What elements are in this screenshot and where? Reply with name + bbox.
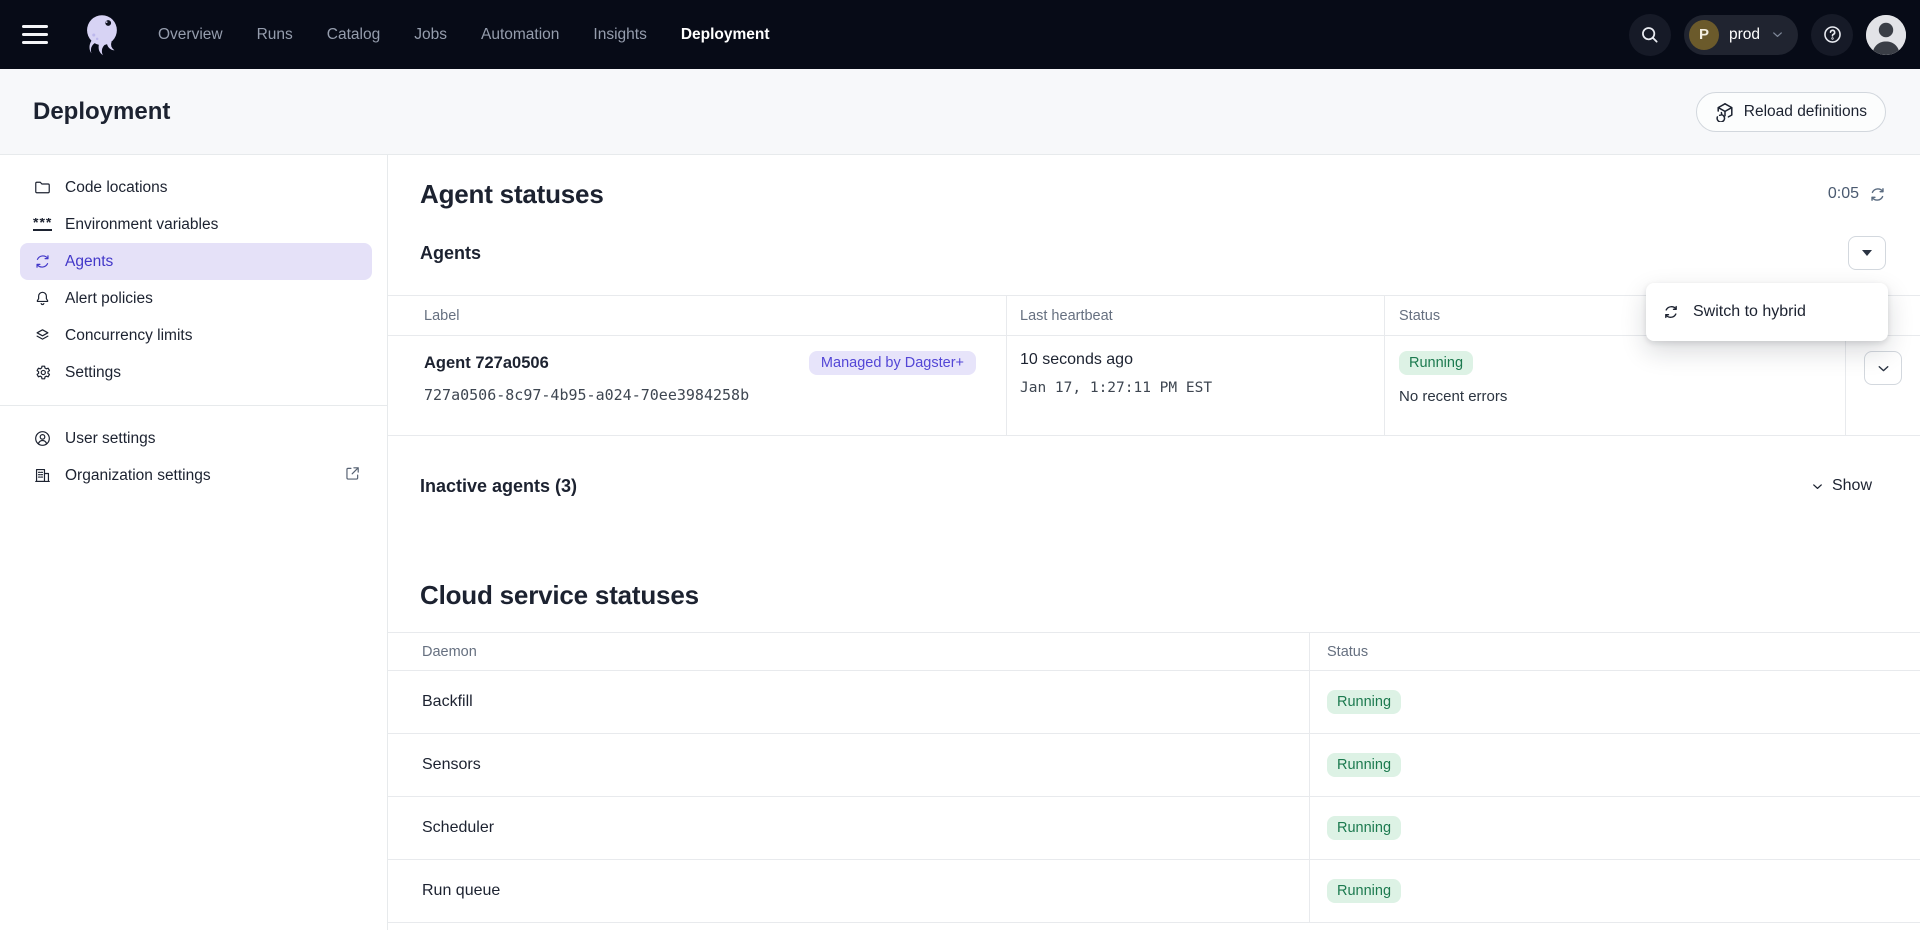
caret-down-icon (1862, 250, 1872, 256)
dagster-logo[interactable] (76, 10, 126, 60)
nav-link-deployment[interactable]: Deployment (681, 26, 770, 44)
sidebar-item-label: Organization settings (65, 467, 211, 485)
cloud-service-statuses-title: Cloud service statuses (420, 580, 699, 611)
show-inactive-toggle[interactable]: Show (1810, 477, 1872, 495)
daemon-row-sensors: Sensors Running (388, 734, 1920, 797)
sidebar-item-concurrency-limits[interactable]: Concurrency limits (20, 317, 372, 354)
page-header: Deployment Reload definitions (0, 69, 1920, 155)
sidebar-item-label: User settings (65, 430, 155, 448)
cloud-table-header: Daemon Status (388, 633, 1920, 671)
deployment-switcher[interactable]: P prod (1684, 15, 1798, 55)
cloud-services-table: Daemon Status Backfill Running Sensors R… (388, 632, 1920, 923)
chevron-down-icon (1810, 479, 1825, 494)
show-label: Show (1832, 477, 1872, 495)
sidebar-divider (0, 405, 387, 406)
sidebar-item-label: Agents (65, 253, 113, 271)
user-avatar[interactable] (1866, 15, 1906, 55)
primary-nav: Overview Runs Catalog Jobs Automation In… (158, 26, 770, 44)
agent-status-note: No recent errors (1399, 388, 1845, 405)
nav-link-overview[interactable]: Overview (158, 26, 223, 44)
sidebar-item-settings[interactable]: Settings (20, 354, 372, 391)
managed-by-badge: Managed by Dagster+ (809, 351, 976, 375)
inactive-agents-heading: Inactive agents (3) (420, 476, 577, 497)
daemon-name: Backfill (388, 671, 1309, 733)
sidebar-item-organization-settings[interactable]: Organization settings (20, 457, 372, 494)
daemon-status-badge: Running (1327, 753, 1401, 777)
menu-item-switch-to-hybrid[interactable]: Switch to hybrid (1646, 290, 1888, 334)
daemon-status-badge: Running (1327, 690, 1401, 714)
column-header-status: Status (1309, 633, 1920, 670)
heartbeat-relative: 10 seconds ago (1020, 351, 1384, 369)
heartbeat-timestamp: Jan 17, 1:27:11 PM EST (1020, 380, 1384, 396)
deployment-name: prod (1729, 26, 1760, 44)
nav-link-jobs[interactable]: Jobs (414, 26, 447, 44)
daemon-name: Scheduler (388, 797, 1309, 859)
cycle-icon (33, 252, 52, 271)
sidebar-item-label: Alert policies (65, 290, 153, 308)
daemon-row-backfill: Backfill Running (388, 671, 1920, 734)
search-button[interactable] (1629, 14, 1671, 56)
folder-icon (33, 178, 52, 197)
cycle-icon (1662, 303, 1680, 321)
nav-link-catalog[interactable]: Catalog (327, 26, 380, 44)
sidebar-item-label: Code locations (65, 179, 168, 197)
deployment-sidebar: Code locations *** Environment variables… (0, 155, 388, 930)
menu-item-label: Switch to hybrid (1693, 303, 1806, 321)
bell-icon (33, 289, 52, 308)
help-icon (1822, 24, 1843, 45)
refresh-countdown: 0:05 (1828, 185, 1859, 203)
sidebar-item-alert-policies[interactable]: Alert policies (20, 280, 372, 317)
menu-icon[interactable] (22, 15, 62, 55)
agents-actions-dropdown-button[interactable] (1848, 236, 1886, 270)
agent-status-badge: Running (1399, 351, 1473, 375)
nav-link-insights[interactable]: Insights (593, 26, 646, 44)
nav-link-automation[interactable]: Automation (481, 26, 559, 44)
layers-icon (33, 326, 52, 345)
sidebar-item-user-settings[interactable]: User settings (20, 420, 372, 457)
nav-right-controls: P prod (1629, 14, 1906, 56)
user-circle-icon (33, 429, 52, 448)
page-title: Deployment (33, 98, 170, 126)
agent-name: Agent 727a0506 (424, 354, 549, 373)
daemon-status-badge: Running (1327, 816, 1401, 840)
agent-row: Agent 727a0506 Managed by Dagster+ 727a0… (388, 336, 1920, 436)
column-header-label: Label (388, 296, 1006, 335)
external-link-icon (343, 464, 362, 488)
daemon-row-run-queue: Run queue Running (388, 860, 1920, 923)
building-icon (33, 466, 52, 485)
reload-definitions-button[interactable]: Reload definitions (1696, 92, 1886, 132)
gear-icon (33, 363, 52, 382)
daemon-name: Run queue (388, 860, 1309, 922)
chevron-down-icon (1770, 27, 1785, 42)
agent-row-menu-button[interactable] (1864, 351, 1902, 385)
agent-statuses-title: Agent statuses (420, 179, 604, 210)
sidebar-item-label: Settings (65, 364, 121, 382)
daemon-row-scheduler: Scheduler Running (388, 797, 1920, 860)
sidebar-item-code-locations[interactable]: Code locations (20, 169, 372, 206)
reload-definitions-label: Reload definitions (1744, 103, 1867, 121)
help-button[interactable] (1811, 14, 1853, 56)
refresh-icon[interactable] (1868, 185, 1887, 204)
search-icon (1639, 24, 1660, 45)
chevron-down-icon (1875, 360, 1892, 377)
column-header-daemon: Daemon (388, 633, 1309, 670)
reload-cube-icon (1715, 102, 1735, 122)
sidebar-item-agents[interactable]: Agents (20, 243, 372, 280)
sidebar-item-label: Environment variables (65, 216, 218, 234)
agent-id: 727a0506-8c97-4b95-a024-70ee3984258b (424, 386, 976, 404)
deployment-avatar: P (1689, 20, 1719, 50)
asterisks-icon: *** (33, 218, 52, 231)
top-navigation-bar: Overview Runs Catalog Jobs Automation In… (0, 0, 1920, 69)
main-content: Agent statuses 0:05 Agents Label Last (388, 155, 1920, 930)
agents-section-heading: Agents (420, 243, 481, 264)
daemon-name: Sensors (388, 734, 1309, 796)
sidebar-item-environment-variables[interactable]: *** Environment variables (20, 206, 372, 243)
nav-link-runs[interactable]: Runs (257, 26, 293, 44)
sidebar-item-label: Concurrency limits (65, 327, 192, 345)
avatar-image (1866, 15, 1906, 55)
agents-actions-menu: Switch to hybrid (1646, 283, 1888, 341)
daemon-status-badge: Running (1327, 879, 1401, 903)
column-header-last-heartbeat: Last heartbeat (1006, 296, 1384, 335)
